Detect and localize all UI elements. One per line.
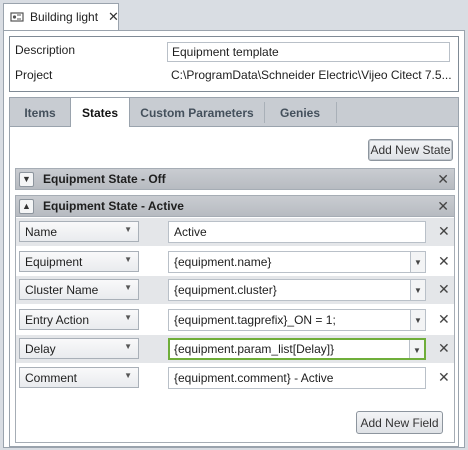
chevron-up-icon[interactable]: ▲ [19, 198, 34, 214]
project-path: C:\ProgramData\Schneider Electric\Vijeo … [171, 68, 451, 82]
remove-field-icon[interactable]: ✕ [438, 311, 450, 328]
field-name-label: Equipment [25, 254, 83, 269]
field-row: Entry Action ▼ {equipment.tagprefix}_ON … [16, 306, 454, 334]
field-name-label: Comment [25, 370, 78, 385]
remove-field-icon[interactable]: ✕ [438, 281, 450, 298]
field-row: Equipment ▼ {equipment.name} ▼ ✕ [16, 248, 454, 276]
add-new-state-button[interactable]: Add New State [368, 139, 453, 161]
close-icon[interactable]: ✕ [108, 9, 119, 25]
project-row: Project C:\ProgramData\Schneider Electri… [10, 64, 458, 88]
dropdown-arrow-icon: ▼ [124, 255, 132, 264]
dropdown-arrow-icon[interactable]: ▼ [410, 310, 425, 330]
state-title-off: Equipment State - Off [43, 172, 166, 186]
tab-custom-parameters[interactable]: Custom Parameters [130, 98, 264, 127]
dropdown-arrow-icon[interactable]: ▼ [410, 252, 425, 272]
state-title-active: Equipment State - Active [43, 199, 184, 213]
description-row: Description Equipment template [10, 39, 458, 63]
dropdown-arrow-icon: ▼ [124, 371, 132, 380]
dropdown-arrow-icon: ▼ [124, 342, 132, 351]
remove-field-icon[interactable]: ✕ [438, 253, 450, 270]
description-field[interactable]: Equipment template [167, 42, 450, 62]
project-label: Project [15, 68, 53, 82]
field-name-label: Delay [25, 341, 56, 356]
tab-states[interactable]: States [70, 97, 130, 128]
add-new-field-button[interactable]: Add New Field [356, 411, 443, 434]
dropdown-arrow-icon: ▼ [124, 313, 132, 322]
field-name-select[interactable]: Comment ▼ [19, 367, 139, 388]
remove-field-icon[interactable]: ✕ [438, 223, 450, 240]
field-name-select[interactable]: Delay ▼ [19, 338, 139, 359]
equipment-icon [10, 10, 24, 24]
state-header-off: ▼ Equipment State - Off ✕ [15, 168, 455, 190]
field-name-label: Cluster Name [25, 282, 99, 297]
field-value-text: {equipment.param_list[Delay]} [174, 342, 335, 356]
field-value-text: {equipment.name} [174, 255, 272, 269]
chevron-down-icon[interactable]: ▼ [19, 171, 34, 187]
remove-state-icon[interactable]: ✕ [437, 198, 449, 215]
document-body: Description Equipment template Project C… [3, 30, 465, 448]
field-name-select[interactable]: Equipment ▼ [19, 251, 139, 272]
field-value-combo[interactable]: {equipment.param_list[Delay]} ▼ [168, 338, 426, 360]
field-name-select[interactable]: Name ▼ [19, 221, 139, 242]
dropdown-arrow-icon[interactable]: ▼ [410, 280, 425, 300]
remove-state-icon[interactable]: ✕ [437, 171, 449, 188]
document-tab[interactable]: Building light ✕ [3, 3, 119, 30]
field-value-input[interactable]: {equipment.comment} - Active [168, 367, 426, 389]
dropdown-arrow-icon: ▼ [124, 225, 132, 234]
field-name-select[interactable]: Cluster Name ▼ [19, 279, 139, 300]
description-label: Description [15, 43, 76, 57]
dropdown-arrow-icon[interactable]: ▼ [409, 340, 424, 358]
remove-field-icon[interactable]: ✕ [438, 369, 450, 386]
field-name-label: Name [25, 224, 58, 239]
field-name-label: Entry Action [25, 312, 90, 327]
field-value-text: {equipment.cluster} [174, 283, 277, 297]
tab-strip: Items States Custom Parameters Genies [9, 97, 459, 128]
field-value-combo[interactable]: {equipment.cluster} ▼ [168, 279, 426, 301]
field-value-combo[interactable]: {equipment.name} ▼ [168, 251, 426, 273]
tab-items[interactable]: Items [10, 98, 70, 127]
state-active-panel: ▲ Equipment State - Active ✕ Name ▼ Acti… [15, 195, 455, 443]
field-name-select[interactable]: Entry Action ▼ [19, 309, 139, 330]
dropdown-arrow-icon: ▼ [124, 283, 132, 292]
field-value-combo[interactable]: {equipment.tagprefix}_ON = 1; ▼ [168, 309, 426, 331]
tab-divider [336, 102, 337, 123]
states-panel: Add New State ▼ Equipment State - Off ✕ … [9, 127, 459, 447]
field-row: Delay ▼ {equipment.param_list[Delay]} ▼ … [16, 335, 454, 363]
field-row: Comment ▼ {equipment.comment} - Active ✕ [16, 364, 454, 392]
field-value-input[interactable]: Active [168, 221, 426, 243]
document-tab-title: Building light [30, 10, 99, 24]
field-row: Name ▼ Active ✕ [16, 218, 454, 246]
state-header-active: ▲ Equipment State - Active ✕ [15, 195, 455, 217]
field-value-text: {equipment.tagprefix}_ON = 1; [174, 313, 336, 327]
tab-genies[interactable]: Genies [264, 98, 336, 127]
field-row: Cluster Name ▼ {equipment.cluster} ▼ ✕ [16, 276, 454, 304]
remove-field-icon[interactable]: ✕ [438, 340, 450, 357]
properties-panel: Description Equipment template Project C… [9, 36, 459, 92]
